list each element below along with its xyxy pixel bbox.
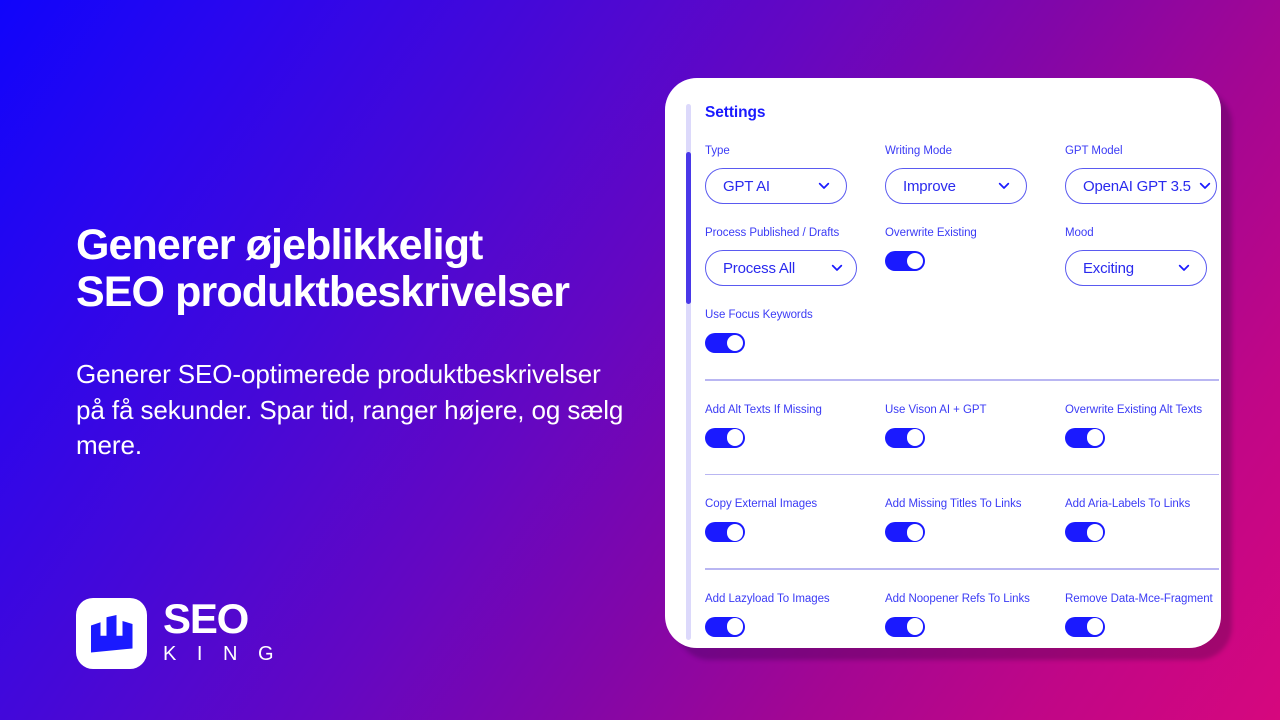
logo-wordmark: SEO K I N G	[163, 595, 282, 667]
field-label: GPT Model	[1065, 145, 1123, 157]
select-process-published-drafts[interactable]: Process All	[705, 250, 857, 286]
settings-row: Use Focus Keywords	[705, 308, 1201, 353]
settings-field-add-missing-titles-to-links: Add Missing Titles To Links	[885, 497, 1065, 543]
settings-row: Process Published / Drafts Process All Ove…	[705, 226, 1207, 286]
select-value: Exciting	[1083, 259, 1134, 277]
field-label: Writing Mode	[885, 145, 952, 157]
toggle-add-alt-texts-if-missing[interactable]	[705, 427, 745, 448]
seo-king-logo: SEO K I N G	[76, 598, 281, 669]
toggle-knob	[726, 334, 744, 352]
toggle-knob	[906, 618, 924, 636]
select-value: OpenAI GPT 3.5	[1083, 177, 1191, 195]
settings-field-use-focus-keywords: Use Focus Keywords	[705, 308, 885, 353]
toggle-remove-data-mce-fragment[interactable]	[1065, 616, 1105, 637]
toggle-add-lazyload-to-images[interactable]	[705, 616, 745, 637]
field-label: Add Missing Titles To Links	[885, 498, 1022, 511]
toggle-knob	[906, 429, 924, 446]
toggle-knob	[726, 429, 744, 446]
field-label: Add Aria-Labels To Links	[1065, 498, 1191, 511]
field-label: Add Lazyload To Images	[705, 592, 830, 605]
headline-line-1: Generer øjeblikkeligt	[76, 221, 483, 269]
field-label: Use Vison AI + GPT	[885, 403, 987, 416]
section-divider	[705, 473, 1219, 476]
toggle-knob	[1086, 618, 1104, 636]
select-value: Process All	[723, 259, 795, 277]
section-divider	[705, 568, 1219, 570]
field-label: Overwrite Existing	[885, 227, 977, 239]
field-label: Mood	[1065, 227, 1094, 239]
settings-row: Copy External Images Add Missing Titles T…	[705, 497, 1201, 543]
toggle-knob	[1086, 523, 1104, 541]
toggle-knob	[906, 252, 924, 270]
settings-field-process-published-drafts: Process Published / Drafts Process All	[705, 226, 885, 286]
settings-field-add-alt-texts-if-missing: Add Alt Texts If Missing	[705, 403, 885, 448]
toggle-knob	[726, 618, 744, 636]
scrollbar-thumb[interactable]	[686, 152, 691, 304]
toggle-overwrite-existing-alt-texts[interactable]	[1065, 427, 1105, 448]
field-label: Add Alt Texts If Missing	[705, 403, 822, 416]
select-value: Improve	[903, 177, 956, 195]
settings-field-writing-mode: Writing Mode Improve	[885, 144, 1065, 204]
toggle-use-vison-ai-gpt[interactable]	[885, 427, 925, 448]
field-label: Remove Data-Mce-Fragment	[1065, 592, 1213, 605]
settings-rows: Type GPT AI Writing Mode Improve GPT Model Op…	[705, 144, 1219, 637]
toggle-add-noopener-refs-to-links[interactable]	[885, 616, 925, 637]
field-label: Process Published / Drafts	[705, 227, 840, 239]
chevron-down-icon	[1191, 178, 1213, 194]
crown-bar-chart-icon	[90, 614, 133, 653]
page-subheading: Generer SEO-optimerede produktbeskrivels…	[76, 359, 624, 460]
field-label: Use Focus Keywords	[705, 309, 813, 321]
settings-field-type: Type GPT AI	[705, 144, 885, 204]
field-label: Add Noopener Refs To Links	[885, 592, 1030, 605]
settings-field-overwrite-existing: Overwrite Existing	[885, 226, 1065, 286]
settings-row: Add Alt Texts If Missing Use Vison AI + G…	[705, 403, 1202, 448]
card-title: Settings	[705, 104, 766, 121]
page-title: Generer øjeblikkeligt SEO produktbeskriv…	[76, 222, 666, 316]
logo-mark	[76, 598, 147, 669]
chevron-down-icon	[823, 260, 845, 276]
settings-field-copy-external-images: Copy External Images	[705, 497, 885, 543]
chevron-down-icon	[1170, 260, 1192, 276]
select-mood[interactable]: Exciting	[1065, 250, 1207, 286]
settings-card: Settings Type GPT AI Writing Mode Improve GP…	[665, 78, 1221, 648]
settings-field-add-noopener-refs-to-links: Add Noopener Refs To Links	[885, 592, 1065, 637]
settings-field-remove-data-mce-fragment: Remove Data-Mce-Fragment	[1065, 592, 1221, 637]
toggle-add-missing-titles-to-links[interactable]	[885, 522, 925, 543]
select-value: GPT AI	[723, 177, 770, 195]
marketing-panel: Generer øjeblikkeligt SEO produktbeskriv…	[76, 0, 666, 720]
settings-content: Settings Type GPT AI Writing Mode Improve GP…	[705, 104, 1219, 637]
toggle-knob	[726, 523, 744, 541]
toggle-copy-external-images[interactable]	[705, 522, 745, 543]
settings-field-gpt-model: GPT Model OpenAI GPT 3.5	[1065, 144, 1221, 204]
settings-field-add-lazyload-to-images: Add Lazyload To Images	[705, 592, 885, 637]
toggle-knob	[1086, 429, 1104, 446]
section-divider	[705, 379, 1219, 381]
logo-secondary-text: K I N G	[163, 643, 282, 665]
select-type[interactable]: GPT AI	[705, 168, 847, 204]
logo-primary-text: SEO	[163, 595, 249, 642]
settings-field-add-aria-labels-to-links: Add Aria-Labels To Links	[1065, 497, 1221, 543]
settings-row: Add Lazyload To Images Add Noopener Refs …	[705, 592, 1213, 637]
select-gpt-model[interactable]: OpenAI GPT 3.5	[1065, 168, 1217, 204]
settings-field-overwrite-existing-alt-texts: Overwrite Existing Alt Texts	[1065, 403, 1221, 448]
settings-field-mood: Mood Exciting	[1065, 226, 1221, 286]
chevron-down-icon	[990, 178, 1012, 194]
chevron-down-icon	[810, 178, 832, 194]
settings-row: Type GPT AI Writing Mode Improve GPT Model Op…	[705, 144, 1217, 204]
toggle-overwrite-existing[interactable]	[885, 251, 925, 271]
field-label: Copy External Images	[705, 498, 818, 511]
toggle-use-focus-keywords[interactable]	[705, 333, 745, 353]
toggle-knob	[906, 523, 924, 541]
toggle-add-aria-labels-to-links[interactable]	[1065, 522, 1105, 543]
field-label: Overwrite Existing Alt Texts	[1065, 403, 1203, 416]
settings-field-use-vison-ai-gpt: Use Vison AI + GPT	[885, 403, 1065, 448]
field-label: Type	[705, 145, 730, 157]
headline-line-2: SEO produktbeskrivelser	[76, 268, 570, 316]
select-writing-mode[interactable]: Improve	[885, 168, 1027, 204]
